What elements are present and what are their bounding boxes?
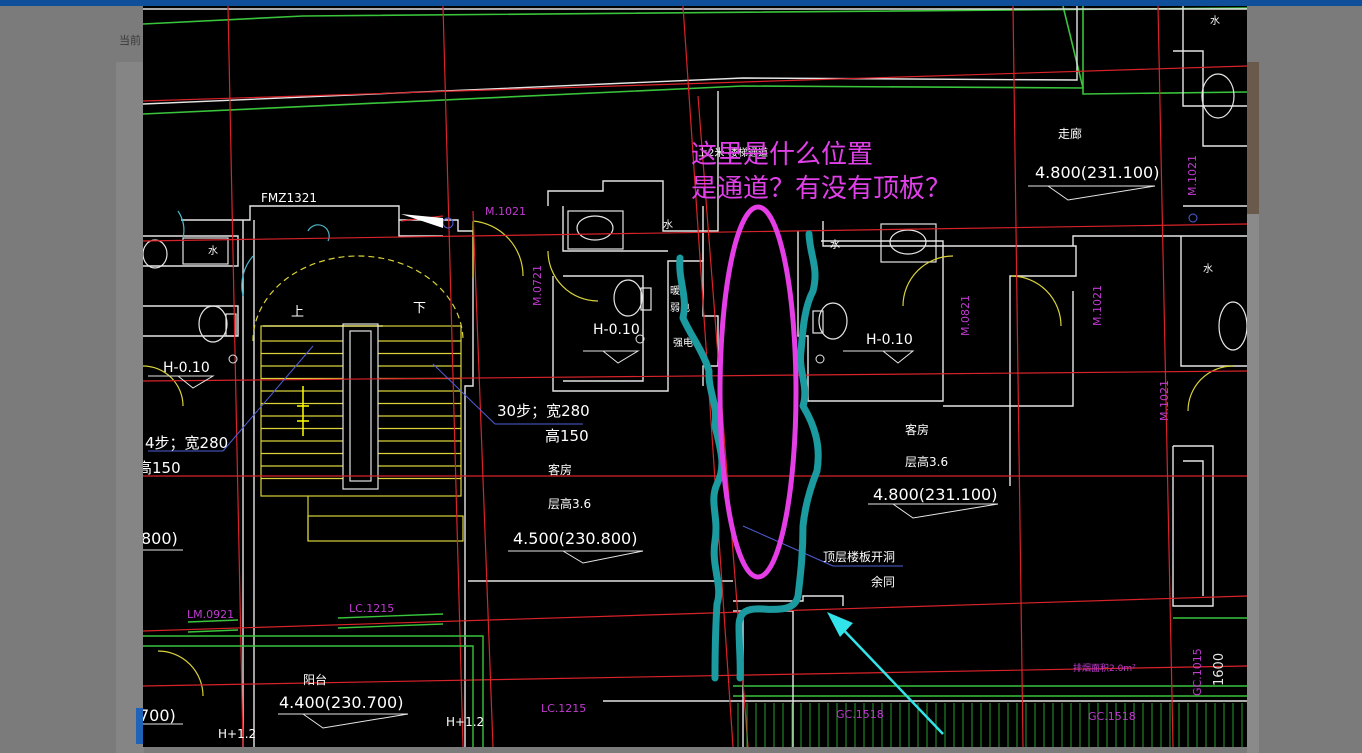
tag-lc1215-top: LC.1215 [349,602,394,615]
water-label-5: 水 [1203,263,1213,275]
water-label-3: 水 [830,239,840,251]
tag-m0821: M.0821 [959,295,972,336]
image-viewer[interactable]: 走廊 4.800(231.100) FMZ1321 上 下 H-0.10 H-0… [143,6,1247,747]
dimension-1600: 1600 [1212,653,1227,686]
room-guest-mid: 客房 [548,462,572,477]
stair-spec-left-1: 4步；宽280 [145,434,228,452]
elevation-balcony: 4.400(230.700) [279,693,403,712]
tag-gc1518-right: GC.1518 [1088,710,1136,723]
floor-height-mid: 层高3.6 [548,496,591,511]
stair-spec-left-2: 高150 [143,459,181,477]
background-right-panel [1247,214,1259,753]
cad-floor-plan: 走廊 4.800(231.100) FMZ1321 上 下 H-0.10 H-0… [143,6,1247,747]
breadcrumb: 当前 [119,34,141,47]
elevation-h-right: H-0.10 [866,332,913,348]
elevation-left-partial: 800) [143,529,178,548]
water-label-4: 水 [1210,15,1220,27]
stair-spec-right-2: 高150 [545,427,589,445]
tag-m1021-far: M.1021 [1158,380,1171,421]
annotation-line-1: 这里是什么位置 [691,140,873,170]
elevation-right: 4.800(231.100) [873,485,997,504]
tag-gc1518-left: GC.1518 [836,708,884,721]
floor-height-right: 层高3.6 [905,454,948,469]
elevation-h12-mid: H+1.2 [446,715,484,729]
water-label-2: 水 [663,219,673,231]
annotation-line-2: 是通道？有没有顶板？ [691,174,951,204]
stair-down-label: 下 [413,301,426,316]
elevation-h12-left: H+1.2 [218,727,256,741]
annotation: 这里是什么位置 是通道？有没有顶板？ [691,140,951,204]
room-guest-right: 客房 [905,422,929,437]
background-thumbnail [1247,62,1259,214]
tag-lm0921: LM.0921 [187,608,234,621]
elevation-bottom-partial: 700) [143,706,176,725]
elevation-mid: 4.500(230.800) [513,529,637,548]
tag-m1021-mid: M.1021 [1091,285,1104,326]
room-balcony: 阳台 [303,672,327,687]
background-left-panel [116,62,144,753]
label-fmz1321: FMZ1321 [261,191,317,205]
stair-flag [401,214,443,228]
stair-treads [261,340,461,480]
tag-gc1015: GC.1015 [1191,648,1204,696]
stair-up-label: 上 [291,305,304,320]
roof-opening-note-2: 余同 [871,574,895,589]
elevation-h-mid: H-0.10 [593,322,640,338]
elevation-h-left: H-0.10 [163,360,210,376]
tag-m1021-right: M.1021 [1186,155,1199,196]
elevation-corridor: 4.800(231.100) [1035,163,1159,182]
highlight-ellipse [717,204,799,580]
balcony-rail-hatch [737,703,1243,747]
tag-m0721: M.0721 [531,265,544,306]
tag-m1021-top: M.1021 [485,205,526,218]
water-label-1: 水 [208,245,218,257]
staircase [252,255,464,542]
bath-fixtures [143,73,1247,351]
tag-exhaust-area: 排烟面积2.0m² [1073,662,1136,674]
label-corridor: 走廊 [1058,126,1082,141]
tag-lc1215-bottom: LC.1215 [541,702,586,715]
shaft-label-1: 暖 [670,284,680,297]
stair-spec-right-1: 30步；宽280 [497,402,590,420]
roof-opening-note-1: 顶层楼板开洞 [823,549,895,564]
